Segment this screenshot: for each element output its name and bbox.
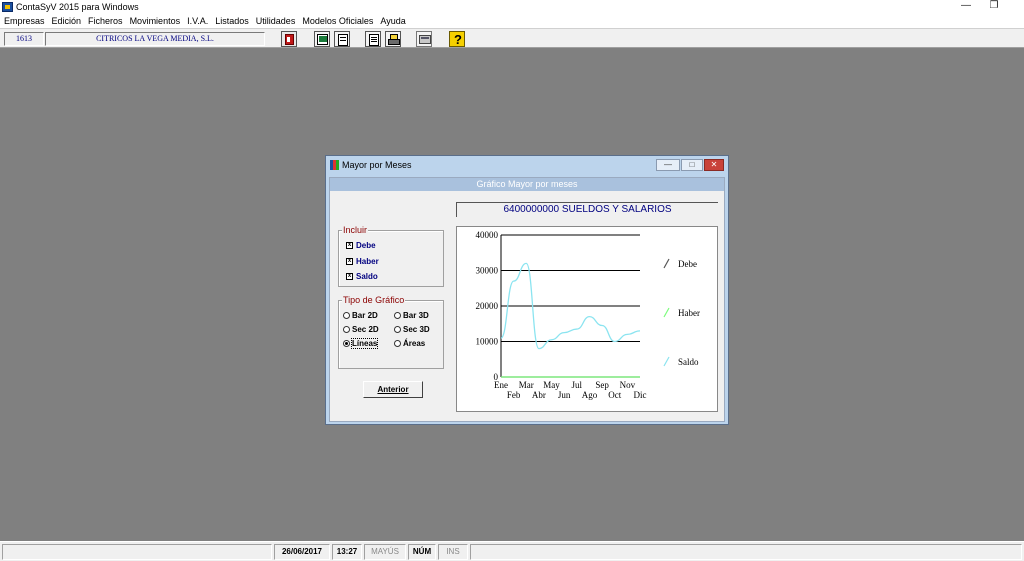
radio-sec-2d[interactable]: Sec 2D bbox=[343, 325, 379, 334]
status-bar: 26/06/2017 13:27 MAYÚS NÚM INS bbox=[0, 541, 1024, 561]
status-date: 26/06/2017 bbox=[274, 544, 330, 560]
checkbox-haber-label: Haber bbox=[356, 257, 379, 266]
checkbox-debe[interactable]: x Debe bbox=[346, 241, 376, 250]
y-tick-40000: 40000 bbox=[476, 230, 499, 240]
x-tick-Jun: Jun bbox=[558, 390, 571, 400]
y-tick-20000: 20000 bbox=[476, 301, 499, 311]
x-tick-Dic: Dic bbox=[634, 390, 647, 400]
checkbox-saldo[interactable]: x Saldo bbox=[346, 272, 378, 281]
tipo-grafico-group: Tipo de Gráfico Bar 2D Bar 3D Sec 2D Sec… bbox=[338, 295, 444, 369]
menu-ayuda[interactable]: Ayuda bbox=[380, 16, 405, 26]
status-filler bbox=[470, 544, 1022, 560]
x-tick-May: May bbox=[543, 380, 560, 390]
app-titlebar: ContaSyV 2015 para Windows — ❐ bbox=[0, 0, 1024, 14]
mayor-por-meses-dialog: Mayor por Meses — □ ✕ Gráfico Mayor por … bbox=[325, 155, 729, 425]
company-code: 1613 bbox=[4, 32, 44, 46]
minimize-button[interactable]: — bbox=[952, 0, 980, 14]
radio-bar-3d-dot[interactable] bbox=[394, 312, 401, 319]
radio-sec-3d[interactable]: Sec 3D bbox=[394, 325, 430, 334]
legend-swatch-haber bbox=[663, 307, 670, 318]
radio-areas-dot[interactable] bbox=[394, 340, 401, 347]
radio-sec-2d-dot[interactable] bbox=[343, 326, 350, 333]
menu-iva[interactable]: I.V.A. bbox=[187, 16, 208, 26]
radio-bar-2d[interactable]: Bar 2D bbox=[343, 311, 378, 320]
chart-panel: 0 10000 20000 30000 40000 Ene Feb Mar Abr May Jun J… bbox=[456, 226, 718, 412]
anterior-button[interactable]: Anterior bbox=[363, 381, 423, 398]
incluir-group: Incluir x Debe x Haber x Saldo bbox=[338, 225, 444, 287]
x-tick-Oct: Oct bbox=[608, 390, 621, 400]
status-ins: INS bbox=[438, 544, 468, 560]
menu-movimientos[interactable]: Movimientos bbox=[130, 16, 181, 26]
line-chart: 010000200003000040000EneFebMarAbrMayJunJ… bbox=[476, 230, 701, 400]
menu-bar: Empresas Edición Ficheros Movimientos I.… bbox=[0, 14, 1024, 28]
menu-listados[interactable]: Listados bbox=[215, 16, 249, 26]
radio-bar-3d[interactable]: Bar 3D bbox=[394, 311, 429, 320]
menu-empresas[interactable]: Empresas bbox=[4, 16, 45, 26]
legend-swatch-saldo bbox=[663, 356, 670, 367]
radio-sec-3d-dot[interactable] bbox=[394, 326, 401, 333]
menu-modelos-oficiales[interactable]: Modelos Oficiales bbox=[302, 16, 373, 26]
dialog-header: Gráfico Mayor por meses bbox=[330, 178, 724, 191]
menu-utilidades[interactable]: Utilidades bbox=[256, 16, 296, 26]
restore-button[interactable]: ❐ bbox=[980, 0, 1008, 14]
incluir-title: Incluir bbox=[342, 225, 369, 235]
radio-bar-2d-label: Bar 2D bbox=[352, 311, 378, 320]
legend-swatch-debe bbox=[663, 258, 670, 269]
status-num: NÚM bbox=[408, 544, 436, 560]
toolbar: 1613 CITRICOS LA VEGA MEDIA, S.L. ? bbox=[0, 28, 1024, 48]
status-time: 13:27 bbox=[332, 544, 362, 560]
radio-bar-3d-label: Bar 3D bbox=[403, 311, 429, 320]
checkbox-haber[interactable]: x Haber bbox=[346, 257, 379, 266]
exit-icon[interactable] bbox=[281, 31, 297, 47]
dialog-titlebar: Mayor por Meses — □ ✕ bbox=[326, 156, 728, 174]
menu-edicion[interactable]: Edición bbox=[52, 16, 82, 26]
company-name: CITRICOS LA VEGA MEDIA, S.L. bbox=[45, 32, 265, 46]
x-tick-Ago: Ago bbox=[582, 390, 598, 400]
radio-sec-3d-label: Sec 3D bbox=[403, 325, 430, 334]
legend-label-saldo: Saldo bbox=[678, 357, 699, 367]
x-tick-Abr: Abr bbox=[532, 390, 546, 400]
dialog-body: Gráfico Mayor por meses 6400000000 SUELD… bbox=[329, 177, 725, 422]
legend-label-haber: Haber bbox=[678, 308, 700, 318]
calculator-icon[interactable] bbox=[416, 31, 432, 47]
report-icon[interactable] bbox=[365, 31, 381, 47]
dialog-maximize-button[interactable]: □ bbox=[681, 159, 703, 171]
app-title: ContaSyV 2015 para Windows bbox=[16, 2, 139, 12]
dialog-close-button[interactable]: ✕ bbox=[704, 159, 724, 171]
radio-sec-2d-label: Sec 2D bbox=[352, 325, 379, 334]
edit-entry-icon[interactable] bbox=[314, 31, 330, 47]
help-icon[interactable]: ? bbox=[449, 31, 465, 47]
app-icon bbox=[2, 2, 13, 12]
menu-ficheros[interactable]: Ficheros bbox=[88, 16, 123, 26]
checkbox-saldo-label: Saldo bbox=[356, 272, 378, 281]
radio-areas[interactable]: Áreas bbox=[394, 339, 425, 348]
radio-areas-label: Áreas bbox=[403, 339, 426, 348]
legend-label-debe: Debe bbox=[678, 259, 697, 269]
x-tick-Sep: Sep bbox=[595, 380, 609, 390]
radio-lineas-label: Líneas bbox=[350, 338, 379, 349]
account-label: 6400000000 SUELDOS Y SALARIOS bbox=[456, 202, 718, 217]
status-message bbox=[2, 544, 272, 560]
radio-lineas[interactable]: Líneas bbox=[343, 338, 379, 349]
checkbox-debe-label: Debe bbox=[356, 241, 376, 250]
document-icon[interactable] bbox=[334, 31, 350, 47]
x-tick-Feb: Feb bbox=[507, 390, 521, 400]
y-tick-10000: 10000 bbox=[476, 337, 499, 347]
tipo-grafico-title: Tipo de Gráfico bbox=[342, 295, 406, 305]
chart-icon bbox=[330, 160, 339, 170]
checkbox-debe-box[interactable]: x bbox=[346, 242, 353, 249]
x-tick-Jul: Jul bbox=[572, 380, 583, 390]
dialog-title: Mayor por Meses bbox=[342, 160, 412, 170]
y-tick-30000: 30000 bbox=[476, 266, 499, 276]
checkbox-haber-box[interactable]: x bbox=[346, 258, 353, 265]
x-tick-Nov: Nov bbox=[620, 380, 636, 390]
x-tick-Mar: Mar bbox=[519, 380, 534, 390]
dialog-minimize-button[interactable]: — bbox=[656, 159, 680, 171]
radio-lineas-dot[interactable] bbox=[343, 340, 350, 347]
status-caps: MAYÚS bbox=[364, 544, 406, 560]
radio-bar-2d-dot[interactable] bbox=[343, 312, 350, 319]
x-tick-Ene: Ene bbox=[494, 380, 508, 390]
checkbox-saldo-box[interactable]: x bbox=[346, 273, 353, 280]
printer-icon[interactable] bbox=[385, 31, 401, 47]
